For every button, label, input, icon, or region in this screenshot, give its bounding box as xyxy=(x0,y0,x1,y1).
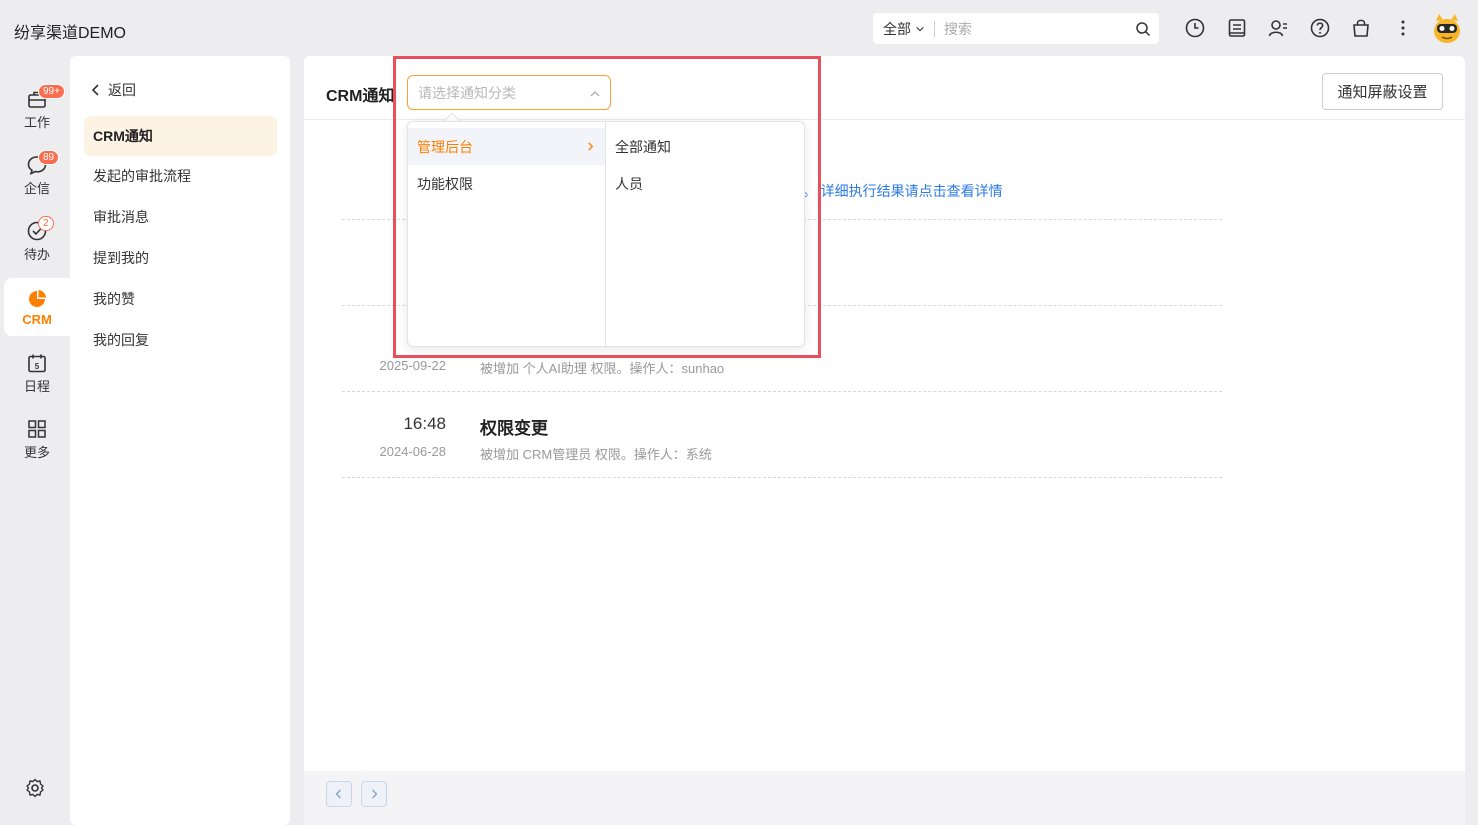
sub-item-crm-notice[interactable]: CRM通知 xyxy=(84,116,277,156)
nav-item-label: CRM xyxy=(22,311,52,327)
svg-text:5: 5 xyxy=(35,362,40,371)
sub-item-replies[interactable]: 我的回复 xyxy=(84,320,277,360)
nav-item-todo[interactable]: 待办 2 xyxy=(4,212,70,270)
pie-icon xyxy=(29,289,46,307)
grid-icon xyxy=(28,419,46,438)
nav-item-label: 日程 xyxy=(23,378,50,394)
search-icon[interactable] xyxy=(1135,21,1151,37)
notification-date: 2025-09-22 xyxy=(379,358,447,373)
chevron-left-icon xyxy=(91,84,99,96)
nav-item-label: 企信 xyxy=(23,180,50,196)
nav-item-more[interactable]: 更多 xyxy=(4,410,70,468)
notification-desc: 被增加 个人AI助理 权限。操作人：sunhao xyxy=(480,361,725,376)
notification-time: 16:48 xyxy=(403,414,446,433)
notification-desc: 被增加 CRM管理员 权限。操作人：系统 xyxy=(480,447,712,462)
unread-badge: 2 xyxy=(38,216,54,231)
nav-item-label: 更多 xyxy=(23,444,50,460)
chevron-down-icon xyxy=(916,26,924,31)
back-button[interactable]: 返回 xyxy=(90,80,136,100)
clock-icon[interactable] xyxy=(1184,17,1206,39)
notification-block-settings-button[interactable]: 通知屏蔽设置 xyxy=(1322,73,1443,110)
sub-item-initiated-approval[interactable]: 发起的审批流程 xyxy=(84,156,277,196)
back-label: 返回 xyxy=(108,82,136,98)
chevron-right-icon xyxy=(372,789,378,799)
prev-page-button[interactable] xyxy=(326,781,352,807)
app-title: 纷享渠道DEMO xyxy=(14,25,127,42)
unread-badge: 89 xyxy=(38,150,60,165)
nav-item-calendar[interactable]: 5 日程 xyxy=(4,344,70,402)
bag-icon[interactable] xyxy=(1350,17,1372,39)
highlight-box xyxy=(393,56,821,358)
nav-item-chat[interactable]: 企信 89 xyxy=(4,146,70,204)
chevron-left-icon xyxy=(335,789,341,799)
gear-icon[interactable] xyxy=(24,777,46,799)
avatar[interactable] xyxy=(1430,11,1464,45)
nav-item-work[interactable]: 工作 99+ xyxy=(4,80,70,138)
sub-item-likes[interactable]: 我的赞 xyxy=(84,279,277,319)
calendar-icon: 5 xyxy=(28,354,46,372)
notes-icon[interactable] xyxy=(1226,17,1248,39)
page-title: CRM通知 xyxy=(326,88,395,105)
search-scope-label: 全部 xyxy=(883,20,911,37)
sub-nav: 返回 CRM通知 发起的审批流程 审批消息 提到我的 我的赞 我的回复 xyxy=(70,56,290,825)
nav-item-label: 工作 xyxy=(23,114,50,130)
next-page-button[interactable] xyxy=(361,781,387,807)
notification-title: 权限变更 xyxy=(480,419,548,438)
search-input[interactable] xyxy=(944,20,1135,37)
notification-date: 2024-06-28 xyxy=(379,444,447,459)
left-nav: 工作 99+ 企信 89 待办 2 CRM 5 日程 更多 xyxy=(0,56,70,825)
search-scope-dropdown[interactable]: 全部 xyxy=(873,19,924,39)
help-icon[interactable] xyxy=(1309,17,1331,39)
unread-badge: 99+ xyxy=(38,84,65,99)
list-item[interactable]: 16:48 2024-06-28 权限变更 被增加 CRM管理员 权限。操作人：… xyxy=(342,392,1222,478)
sub-item-mentions[interactable]: 提到我的 xyxy=(84,238,277,278)
nav-item-label: 待办 xyxy=(23,246,50,262)
pager-bar xyxy=(304,771,1465,825)
search-divider xyxy=(934,20,935,37)
global-search: 全部 xyxy=(873,13,1159,44)
contacts-icon[interactable] xyxy=(1267,17,1289,39)
top-bar: 纷享渠道DEMO 全部 xyxy=(0,0,1478,56)
sub-item-approval-messages[interactable]: 审批消息 xyxy=(84,197,277,237)
more-icon[interactable] xyxy=(1392,17,1414,39)
nav-item-crm[interactable]: CRM xyxy=(4,278,70,336)
